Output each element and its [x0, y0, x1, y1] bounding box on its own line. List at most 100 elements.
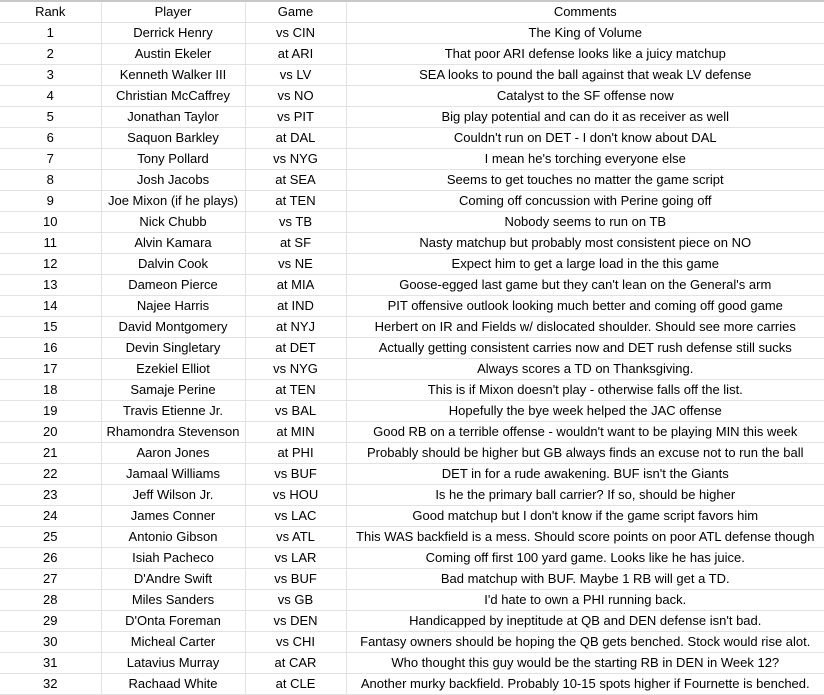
comment-cell[interactable]: That poor ARI defense looks like a juicy… — [346, 43, 824, 65]
game-cell[interactable]: at SEA — [245, 169, 347, 191]
player-cell[interactable]: Josh Jacobs — [101, 169, 246, 191]
player-cell[interactable]: Aaron Jones — [101, 442, 246, 464]
player-cell[interactable]: Rhamondra Stevenson — [101, 421, 246, 443]
comment-cell[interactable]: Hopefully the bye week helped the JAC of… — [346, 400, 824, 422]
rank-cell[interactable]: 1 — [0, 22, 102, 44]
game-cell[interactable]: vs CIN — [245, 22, 347, 44]
rank-cell[interactable]: 23 — [0, 484, 102, 506]
rank-cell[interactable]: 18 — [0, 379, 102, 401]
player-cell[interactable]: Devin Singletary — [101, 337, 246, 359]
comment-cell[interactable]: The King of Volume — [346, 22, 824, 44]
comment-cell[interactable]: DET in for a rude awakening. BUF isn't t… — [346, 463, 824, 485]
comment-cell[interactable]: Is he the primary ball carrier? If so, s… — [346, 484, 824, 506]
rank-cell[interactable]: 31 — [0, 652, 102, 674]
rank-cell[interactable]: 5 — [0, 106, 102, 128]
comment-cell[interactable]: Big play potential and can do it as rece… — [346, 106, 824, 128]
rank-cell[interactable]: 28 — [0, 589, 102, 611]
game-cell[interactable]: vs NYG — [245, 148, 347, 170]
game-cell[interactable]: vs TB — [245, 211, 347, 233]
game-cell[interactable]: vs GB — [245, 589, 347, 611]
comment-cell[interactable]: Nasty matchup but probably most consiste… — [346, 232, 824, 254]
player-cell[interactable]: Rachaad White — [101, 673, 246, 695]
comment-cell[interactable]: Goose-egged last game but they can't lea… — [346, 274, 824, 296]
rank-cell[interactable]: 15 — [0, 316, 102, 338]
comment-cell[interactable]: This is if Mixon doesn't play - otherwis… — [346, 379, 824, 401]
rank-cell[interactable]: 26 — [0, 547, 102, 569]
game-cell[interactable]: vs PIT — [245, 106, 347, 128]
header-game[interactable]: Game — [245, 2, 347, 23]
player-cell[interactable]: Nick Chubb — [101, 211, 246, 233]
comment-cell[interactable]: I'd hate to own a PHI running back. — [346, 589, 824, 611]
game-cell[interactable]: at IND — [245, 295, 347, 317]
game-cell[interactable]: vs BUF — [245, 463, 347, 485]
player-cell[interactable]: Jamaal Williams — [101, 463, 246, 485]
game-cell[interactable]: vs BAL — [245, 400, 347, 422]
comment-cell[interactable]: Couldn't run on DET - I don't know about… — [346, 127, 824, 149]
player-cell[interactable]: Joe Mixon (if he plays) — [101, 190, 246, 212]
player-cell[interactable]: Saquon Barkley — [101, 127, 246, 149]
player-cell[interactable]: Austin Ekeler — [101, 43, 246, 65]
player-cell[interactable]: Dameon Pierce — [101, 274, 246, 296]
header-player[interactable]: Player — [101, 2, 246, 23]
rank-cell[interactable]: 19 — [0, 400, 102, 422]
rank-cell[interactable]: 11 — [0, 232, 102, 254]
rank-cell[interactable]: 6 — [0, 127, 102, 149]
player-cell[interactable]: Jeff Wilson Jr. — [101, 484, 246, 506]
rank-cell[interactable]: 9 — [0, 190, 102, 212]
player-cell[interactable]: Antonio Gibson — [101, 526, 246, 548]
comment-cell[interactable]: Probably should be higher but GB always … — [346, 442, 824, 464]
comment-cell[interactable]: Catalyst to the SF offense now — [346, 85, 824, 107]
rank-cell[interactable]: 2 — [0, 43, 102, 65]
comment-cell[interactable]: Coming off first 100 yard game. Looks li… — [346, 547, 824, 569]
player-cell[interactable]: Tony Pollard — [101, 148, 246, 170]
game-cell[interactable]: at MIN — [245, 421, 347, 443]
rank-cell[interactable]: 21 — [0, 442, 102, 464]
rank-cell[interactable]: 17 — [0, 358, 102, 380]
rank-cell[interactable]: 25 — [0, 526, 102, 548]
game-cell[interactable]: vs LAR — [245, 547, 347, 569]
player-cell[interactable]: D'Andre Swift — [101, 568, 246, 590]
player-cell[interactable]: James Conner — [101, 505, 246, 527]
game-cell[interactable]: at SF — [245, 232, 347, 254]
player-cell[interactable]: D'Onta Foreman — [101, 610, 246, 632]
game-cell[interactable]: vs CHI — [245, 631, 347, 653]
rank-cell[interactable]: 20 — [0, 421, 102, 443]
comment-cell[interactable]: Coming off concussion with Perine going … — [346, 190, 824, 212]
rank-cell[interactable]: 22 — [0, 463, 102, 485]
player-cell[interactable]: Christian McCaffrey — [101, 85, 246, 107]
rank-cell[interactable]: 14 — [0, 295, 102, 317]
comment-cell[interactable]: Handicapped by ineptitude at QB and DEN … — [346, 610, 824, 632]
player-cell[interactable]: Latavius Murray — [101, 652, 246, 674]
header-comments[interactable]: Comments — [346, 2, 824, 23]
player-cell[interactable]: Derrick Henry — [101, 22, 246, 44]
comment-cell[interactable]: Good matchup but I don't know if the gam… — [346, 505, 824, 527]
game-cell[interactable]: at DET — [245, 337, 347, 359]
comment-cell[interactable]: Always scores a TD on Thanksgiving. — [346, 358, 824, 380]
game-cell[interactable]: vs LAC — [245, 505, 347, 527]
game-cell[interactable]: at NYJ — [245, 316, 347, 338]
player-cell[interactable]: Jonathan Taylor — [101, 106, 246, 128]
rank-cell[interactable]: 12 — [0, 253, 102, 275]
game-cell[interactable]: at TEN — [245, 190, 347, 212]
game-cell[interactable]: vs NYG — [245, 358, 347, 380]
rank-cell[interactable]: 29 — [0, 610, 102, 632]
game-cell[interactable]: vs ATL — [245, 526, 347, 548]
comment-cell[interactable]: This WAS backfield is a mess. Should sco… — [346, 526, 824, 548]
player-cell[interactable]: Kenneth Walker III — [101, 64, 246, 86]
comment-cell[interactable]: I mean he's torching everyone else — [346, 148, 824, 170]
game-cell[interactable]: vs HOU — [245, 484, 347, 506]
game-cell[interactable]: at CAR — [245, 652, 347, 674]
comment-cell[interactable]: Actually getting consistent carries now … — [346, 337, 824, 359]
player-cell[interactable]: Alvin Kamara — [101, 232, 246, 254]
rank-cell[interactable]: 10 — [0, 211, 102, 233]
rank-cell[interactable]: 32 — [0, 673, 102, 695]
player-cell[interactable]: David Montgomery — [101, 316, 246, 338]
player-cell[interactable]: Isiah Pacheco — [101, 547, 246, 569]
rank-cell[interactable]: 27 — [0, 568, 102, 590]
header-rank[interactable]: Rank — [0, 2, 102, 23]
player-cell[interactable]: Travis Etienne Jr. — [101, 400, 246, 422]
game-cell[interactable]: vs NO — [245, 85, 347, 107]
comment-cell[interactable]: Another murky backfield. Probably 10-15 … — [346, 673, 824, 695]
rank-cell[interactable]: 13 — [0, 274, 102, 296]
comment-cell[interactable]: Nobody seems to run on TB — [346, 211, 824, 233]
